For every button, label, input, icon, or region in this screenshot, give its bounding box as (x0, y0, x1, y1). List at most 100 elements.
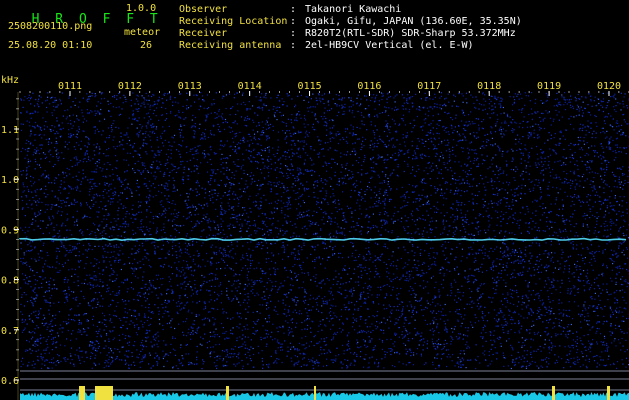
noise-speck (482, 317, 484, 319)
noise-speck (458, 179, 460, 181)
noise-speck (327, 141, 329, 144)
noise-speck (458, 125, 460, 127)
noise-speck (513, 129, 515, 131)
noise-speck (469, 288, 471, 290)
noise-speck (602, 250, 604, 252)
noise-speck (513, 260, 515, 263)
noise-speck (360, 270, 362, 272)
noise-speck (397, 259, 399, 261)
noise-speck (387, 181, 389, 183)
noise-speck (292, 311, 294, 313)
noise-speck (319, 152, 321, 154)
noise-speck (534, 102, 536, 104)
noise-speck (38, 95, 40, 97)
noise-speck (553, 137, 555, 139)
noise-speck (38, 98, 40, 100)
noise-speck (502, 316, 504, 318)
noise-speck (530, 257, 532, 259)
noise-speck (447, 319, 449, 321)
noise-speck (332, 361, 334, 364)
noise-speck (279, 157, 282, 159)
noise-speck (55, 141, 57, 143)
noise-speck (332, 284, 334, 286)
noise-speck (172, 200, 174, 202)
noise-speck (485, 232, 487, 234)
noise-speck (307, 272, 309, 274)
noise-speck (383, 308, 385, 310)
noise-speck (402, 363, 404, 365)
noise-speck (124, 337, 126, 340)
noise-speck (106, 360, 108, 362)
noise-speck (417, 148, 419, 150)
noise-speck (283, 202, 285, 204)
noise-speck (560, 164, 562, 166)
noise-speck (618, 245, 620, 247)
noise-speck (98, 267, 100, 269)
noise-speck (395, 265, 397, 267)
noise-speck (572, 248, 574, 250)
noise-speck (195, 206, 197, 208)
noise-speck (612, 263, 614, 265)
noise-speck (482, 293, 484, 295)
noise-speck (166, 322, 168, 325)
noise-speck (244, 336, 246, 338)
noise-speck (173, 186, 175, 188)
noise-speck (263, 132, 265, 134)
noise-speck (95, 94, 97, 97)
noise-speck (574, 143, 577, 146)
noise-speck (387, 194, 389, 196)
noise-speck (379, 188, 381, 190)
noise-speck (357, 199, 359, 201)
noise-speck (591, 264, 593, 266)
noise-speck (537, 111, 539, 113)
noise-speck (433, 345, 435, 347)
noise-speck (570, 357, 572, 360)
noise-speck (294, 355, 296, 357)
noise-speck (544, 306, 546, 308)
noise-speck (94, 344, 96, 346)
noise-speck (98, 345, 100, 347)
noise-speck (258, 215, 260, 217)
noise-speck (615, 110, 617, 113)
noise-speck (84, 331, 86, 333)
noise-speck (21, 208, 23, 210)
noise-speck (144, 99, 146, 101)
noise-speck (101, 322, 103, 324)
noise-speck (38, 310, 40, 312)
noise-speck (328, 234, 330, 236)
noise-speck (131, 355, 133, 357)
noise-speck (416, 208, 418, 210)
noise-speck (164, 195, 166, 197)
noise-speck (413, 352, 415, 354)
noise-speck (623, 106, 625, 108)
noise-speck (442, 232, 444, 234)
noise-speck (286, 135, 288, 137)
noise-speck (361, 146, 363, 148)
noise-speck (129, 262, 131, 264)
noise-speck (519, 247, 521, 250)
noise-speck (512, 349, 514, 351)
noise-speck (309, 294, 312, 296)
noise-speck (119, 351, 121, 353)
noise-speck (146, 298, 148, 300)
noise-speck (115, 155, 117, 157)
noise-speck (230, 268, 232, 270)
noise-speck (339, 139, 341, 141)
noise-speck (245, 180, 247, 182)
noise-speck (496, 224, 498, 226)
noise-speck (66, 167, 68, 169)
noise-speck (101, 246, 104, 248)
noise-speck (534, 333, 536, 336)
noise-speck (496, 121, 498, 123)
noise-speck (329, 133, 331, 135)
noise-speck (209, 320, 211, 322)
noise-speck (83, 267, 85, 269)
noise-speck (161, 248, 163, 250)
noise-speck (402, 308, 404, 310)
noise-speck (377, 154, 379, 156)
noise-speck (539, 187, 541, 189)
noise-speck (38, 211, 40, 213)
noise-speck (207, 153, 209, 155)
noise-speck (143, 169, 145, 172)
noise-speck (514, 192, 516, 194)
